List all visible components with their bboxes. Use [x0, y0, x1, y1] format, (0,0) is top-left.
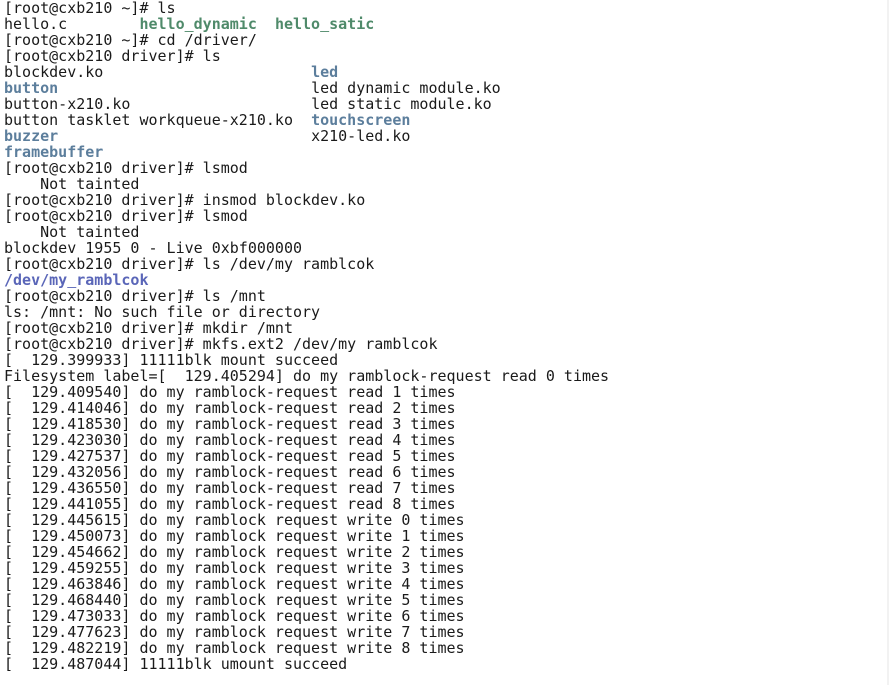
terminal-line: [ 129.473033] do_my_ramblock request wri… [4, 608, 889, 624]
directory-entry: touchscreen [311, 112, 411, 128]
terminal-line: [ 129.487044] 11111blk umount succeed [4, 656, 889, 672]
terminal-text: [ 129.399933] 11111blk mount succeed [4, 352, 339, 368]
terminal-line: Filesystem label=[ 129.405294] do_my_ram… [4, 368, 889, 384]
terminal-line: [ 129.463846] do_my_ramblock request wri… [4, 576, 889, 592]
terminal-text: ls: /mnt: No such file or directory [4, 304, 321, 320]
terminal-line: [ 129.432056] do_my_ramblock-request rea… [4, 464, 889, 480]
terminal-text: [ 129.468440] do_my_ramblock request wri… [4, 592, 465, 608]
terminal-line: [ 129.454662] do_my_ramblock request wri… [4, 544, 889, 560]
terminal-text: [ 129.414046] do_my_ramblock-request rea… [4, 400, 456, 416]
terminal-text: [ 129.482219] do_my_ramblock request wri… [4, 640, 465, 656]
terminal-line: [root@cxb210 driver]# insmod blockdev.ko [4, 192, 889, 208]
terminal-line: buzzer x210-led.ko [4, 128, 889, 144]
terminal-line: [root@cxb210 driver]# ls [4, 48, 889, 64]
terminal-text: [root@cxb210 driver]# ls /mnt [4, 288, 266, 304]
terminal-text: [ 129.432056] do_my_ramblock-request rea… [4, 464, 456, 480]
executable-entry: hello_satic [274, 16, 375, 32]
terminal-line: [ 129.423030] do_my_ramblock-request rea… [4, 432, 889, 448]
terminal-line: [ 129.427537] do_my_ramblock-request rea… [4, 448, 889, 464]
terminal-line: button led_dynamic_module.ko [4, 80, 889, 96]
terminal-line: [ 129.418530] do_my_ramblock-request rea… [4, 416, 889, 432]
terminal-line: [ 129.409540] do_my_ramblock-request rea… [4, 384, 889, 400]
terminal-line: hello.c hello_dynamic hello_satic [4, 16, 889, 32]
terminal-text: [ 129.463846] do_my_ramblock request wri… [4, 576, 465, 592]
terminal-text: [root@cxb210 driver]# lsmod [4, 160, 248, 176]
terminal-line: [ 129.459255] do_my_ramblock request wri… [4, 560, 889, 576]
terminal-line: [root@cxb210 driver]# lsmod [4, 208, 889, 224]
terminal-line: [ 129.477623] do_my_ramblock request wri… [4, 624, 889, 640]
terminal-window[interactable]: [root@cxb210 ~]# ls hello.c hello_dynamic h… [0, 0, 889, 685]
terminal-line: [ 129.441055] do_my_ramblock-request rea… [4, 496, 889, 512]
terminal-text: hello.c [4, 16, 68, 32]
terminal-line: button_tasklet_workqueue-x210.ko touchscr… [4, 112, 889, 128]
executable-entry: hello_dynamic [139, 16, 257, 32]
terminal-line: /dev/my_ramblcok [4, 272, 889, 288]
terminal-text: [ 129.477623] do_my_ramblock request wri… [4, 624, 465, 640]
terminal-line: button-x210.ko led_static_module.ko [4, 96, 889, 112]
terminal-line: [root@cxb210 ~]# cd /driver/ [4, 32, 889, 48]
terminal-line: [root@cxb210 driver]# lsmod [4, 160, 889, 176]
terminal-text: [ 129.473033] do_my_ramblock request wri… [4, 608, 465, 624]
terminal-line: [root@cxb210 driver]# ls /mnt [4, 288, 889, 304]
terminal-text: [ 129.423030] do_my_ramblock-request rea… [4, 432, 456, 448]
terminal-line: [ 129.482219] do_my_ramblock request wri… [4, 640, 889, 656]
terminal-line: [ 129.468440] do_my_ramblock request wri… [4, 592, 889, 608]
terminal-text: button_tasklet_workqueue-x210.ko [4, 112, 293, 128]
terminal-line: [root@cxb210 driver]# mkfs.ext2 /dev/my_… [4, 336, 889, 352]
terminal-text: [root@cxb210 ~]# cd /driver/ [4, 32, 257, 48]
terminal-text: [ 129.441055] do_my_ramblock-request rea… [4, 496, 456, 512]
directory-entry: framebuffer [4, 144, 104, 160]
terminal-text: [root@cxb210 driver]# ls [4, 48, 221, 64]
terminal-line: [root@cxb210 driver]# mkdir /mnt [4, 320, 889, 336]
terminal-text: [ 129.445615] do_my_ramblock request wri… [4, 512, 465, 528]
terminal-line: [ 129.445615] do_my_ramblock request wri… [4, 512, 889, 528]
terminal-line: ls: /mnt: No such file or directory [4, 304, 889, 320]
terminal-line: Not tainted [4, 176, 889, 192]
terminal-text: [ 129.427537] do_my_ramblock-request rea… [4, 448, 456, 464]
device-entry: /dev/my_ramblcok [4, 272, 149, 288]
terminal-line: blockdev 1955 0 - Live 0xbf000000 [4, 240, 889, 256]
terminal-text: [root@cxb210 driver]# mkdir /mnt [4, 320, 293, 336]
terminal-line: framebuffer [4, 144, 889, 160]
terminal-line: [root@cxb210 driver]# ls /dev/my_ramblco… [4, 256, 889, 272]
directory-entry: led [311, 64, 339, 80]
terminal-text: [ 129.487044] 11111blk umount succeed [4, 656, 348, 672]
terminal-text: [root@cxb210 ~]# ls [4, 0, 176, 16]
terminal-line: [ 129.450073] do_my_ramblock request wri… [4, 528, 889, 544]
terminal-text: [ 129.454662] do_my_ramblock request wri… [4, 544, 465, 560]
terminal-text: [root@cxb210 driver]# ls /dev/my_ramblco… [4, 256, 375, 272]
terminal-text: [root@cxb210 driver]# lsmod [4, 208, 248, 224]
terminal-line: blockdev.ko led [4, 64, 889, 80]
terminal-line: [ 129.414046] do_my_ramblock-request rea… [4, 400, 889, 416]
terminal-text: [ 129.409540] do_my_ramblock-request rea… [4, 384, 456, 400]
terminal-text: led_static_module.ko [311, 96, 492, 112]
terminal-text: [ 129.418530] do_my_ramblock-request rea… [4, 416, 456, 432]
terminal-text: [root@cxb210 driver]# insmod blockdev.ko [4, 192, 366, 208]
terminal-text: blockdev 1955 0 - Live 0xbf000000 [4, 240, 303, 256]
terminal-line: [root@cxb210 ~]# ls [4, 0, 889, 16]
terminal-text: x210-led.ko [311, 128, 411, 144]
terminal-text: Not tainted [4, 224, 140, 240]
terminal-line: [ 129.436550] do_my_ramblock-request rea… [4, 480, 889, 496]
directory-entry: button [4, 80, 59, 96]
terminal-text: led_dynamic_module.ko [311, 80, 501, 96]
terminal-text: Filesystem label=[ 129.405294] do_my_ram… [4, 368, 610, 384]
terminal-text: button-x210.ko [4, 96, 131, 112]
terminal-text: blockdev.ko [4, 64, 104, 80]
terminal-text: [ 129.436550] do_my_ramblock-request rea… [4, 480, 456, 496]
terminal-text: [root@cxb210 driver]# mkfs.ext2 /dev/my_… [4, 336, 438, 352]
directory-entry: buzzer [4, 128, 59, 144]
terminal-line: [ 129.399933] 11111blk mount succeed [4, 352, 889, 368]
terminal-text: [ 129.450073] do_my_ramblock request wri… [4, 528, 465, 544]
terminal-text: Not tainted [4, 176, 140, 192]
terminal-text: [ 129.459255] do_my_ramblock request wri… [4, 560, 465, 576]
terminal-line: Not tainted [4, 224, 889, 240]
